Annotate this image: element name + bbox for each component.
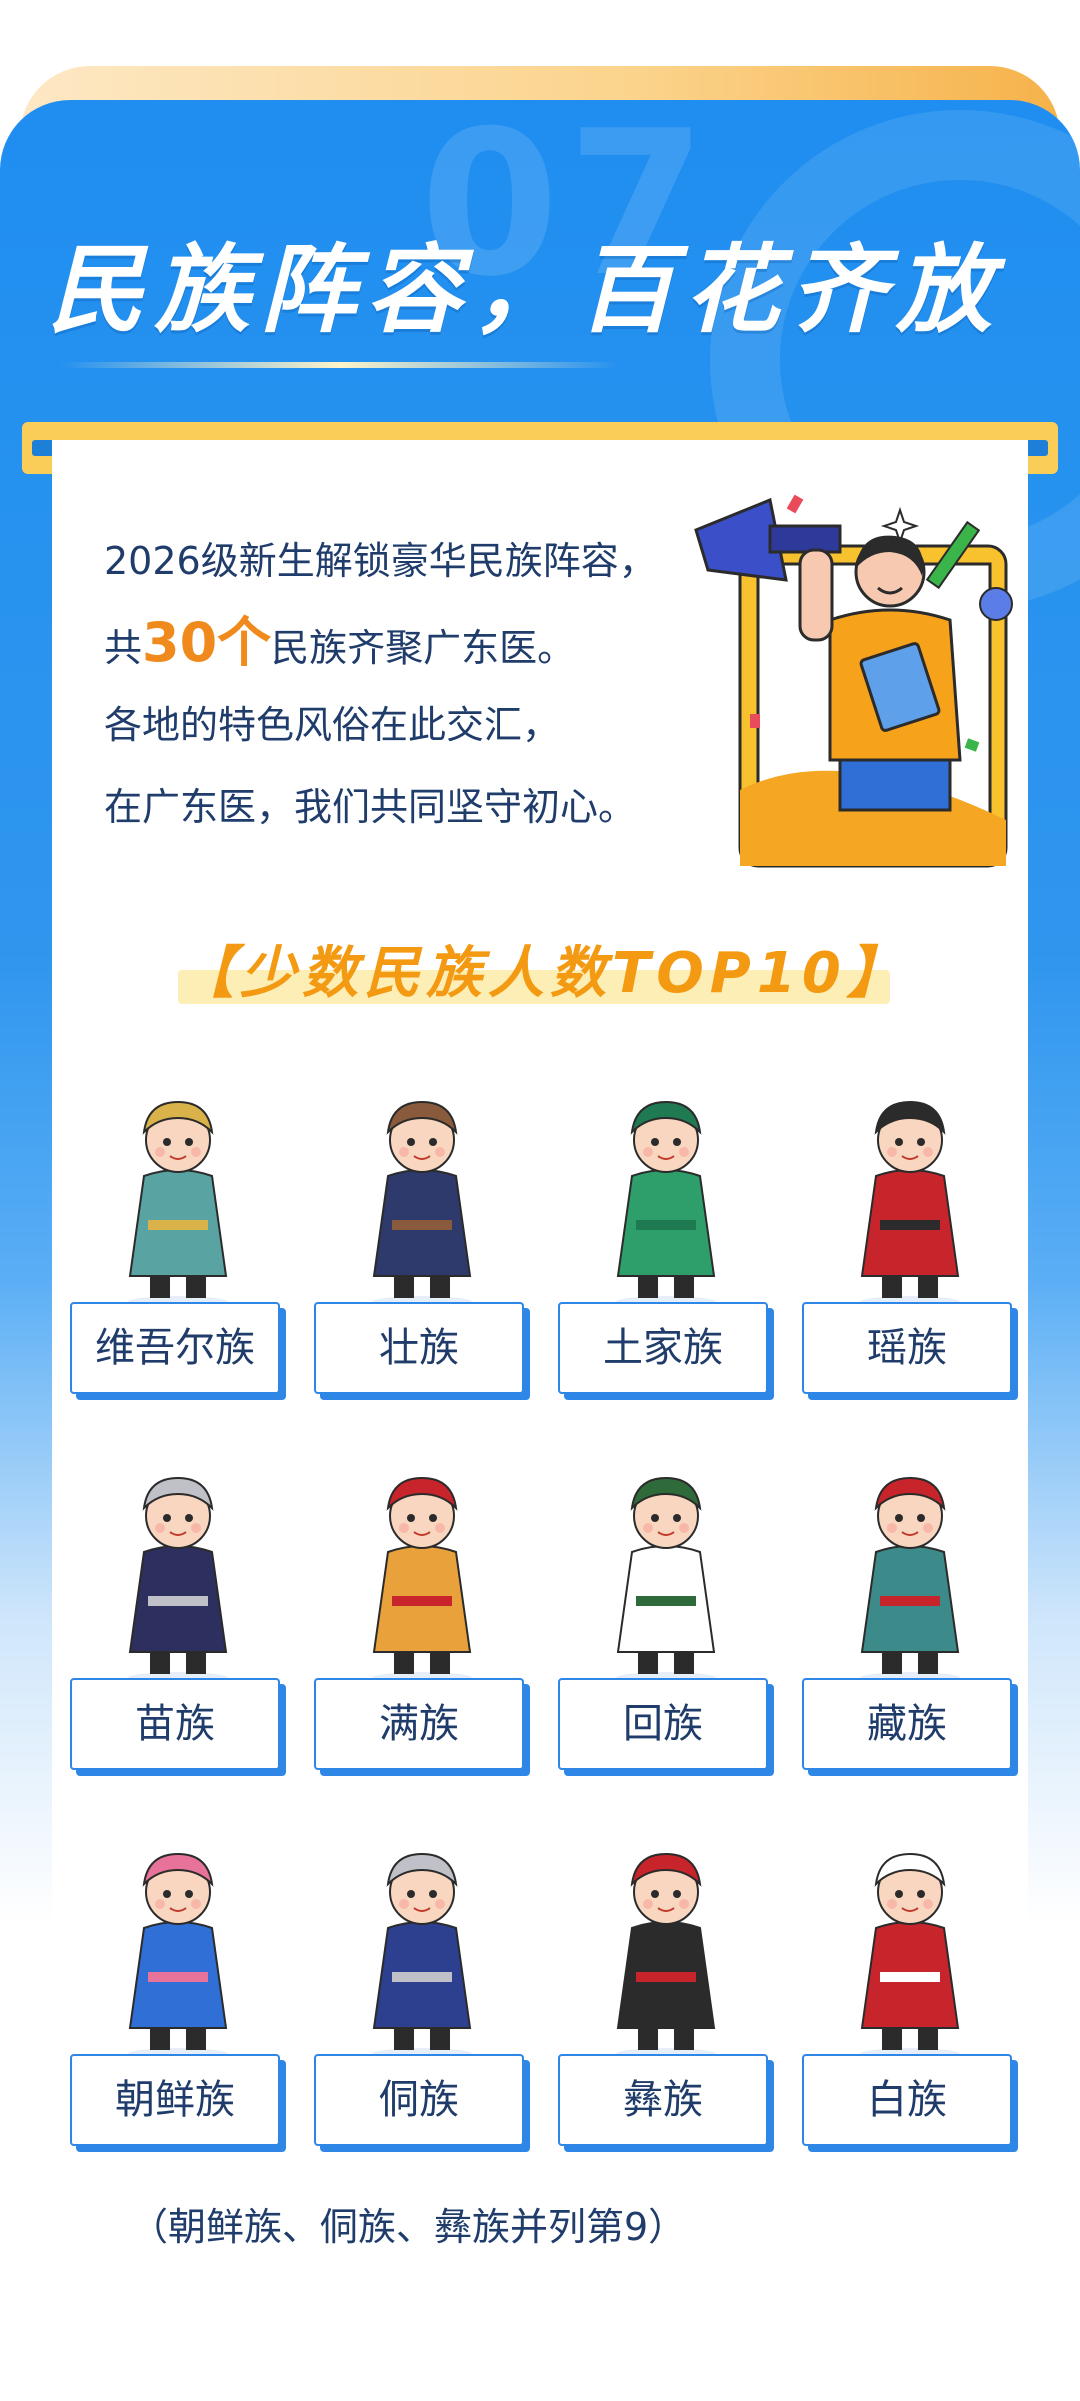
intro-line-3: 各地的特色风俗在此交汇，: [104, 703, 561, 747]
bai-character-icon: [820, 1832, 1000, 2062]
ethnic-group-card: 土家族: [558, 1080, 774, 1410]
ethnic-group-name: 白族: [867, 2077, 947, 2123]
ethnic-group-label-box: 满族: [314, 1678, 524, 1770]
ethnic-group-name: 壮族: [379, 1325, 459, 1371]
ethnic-group-card: 瑶族: [802, 1080, 1018, 1410]
grid-row: 苗族 满族 回族 藏族: [70, 1456, 1012, 1832]
ethnic-group-name: 土家族: [603, 1325, 723, 1371]
ethnic-group-card: 彝族: [558, 1832, 774, 2162]
intro-line-4: 在广东医，我们共同坚守初心。: [104, 785, 637, 829]
ethnic-group-label-box: 侗族: [314, 2054, 524, 2146]
ethnic-group-name: 侗族: [379, 2077, 459, 2123]
intro-line-1: 2026级新生解锁豪华民族阵容，: [104, 539, 657, 583]
ethnic-group-name: 藏族: [867, 1701, 947, 1747]
ethnic-group-label-box: 苗族: [70, 1678, 280, 1770]
ethnic-group-card: 藏族: [802, 1456, 1018, 1786]
ethnic-group-name: 满族: [379, 1701, 459, 1747]
ethnic-count-highlight: 30个: [142, 611, 272, 674]
uyghur-character-icon: [88, 1080, 268, 1310]
yi-character-icon: [576, 1832, 756, 2062]
ethnic-group-name: 回族: [623, 1701, 703, 1747]
yao-character-icon: [820, 1080, 1000, 1310]
tibetan-character-icon: [820, 1456, 1000, 1686]
ethnic-groups-grid: 维吾尔族 壮族 土家族 瑶族苗族 满族 回族 藏族朝鲜族 侗族 彝族 白族: [70, 1080, 1012, 2208]
ethnic-group-card: 壮族: [314, 1080, 530, 1410]
ranking-footnote: （朝鲜族、侗族、彝族并列第9）: [130, 2205, 687, 2249]
ethnic-group-card: 白族: [802, 1832, 1018, 2162]
ethnic-group-card: 苗族: [70, 1456, 286, 1786]
miao-character-icon: [88, 1456, 268, 1686]
ethnic-group-label-box: 藏族: [802, 1678, 1012, 1770]
ethnic-group-card: 回族: [558, 1456, 774, 1786]
ethnic-group-label-box: 回族: [558, 1678, 768, 1770]
dong-character-icon: [332, 1832, 512, 2062]
ethnic-group-card: 满族: [314, 1456, 530, 1786]
korean-character-icon: [88, 1832, 268, 2062]
top10-heading: 【少数民族人数TOP10】: [178, 928, 909, 1010]
top10-title: 【少数民族人数TOP10】: [178, 941, 909, 1006]
manchu-character-icon: [332, 1456, 512, 1686]
ethnic-group-label-box: 瑶族: [802, 1302, 1012, 1394]
poster-page: 07 民族阵容，百花齐放 2026级新生解锁豪华民族阵容， 共30个民族齐聚广东…: [0, 0, 1080, 2401]
ethnic-group-label-box: 彝族: [558, 2054, 768, 2146]
intro-line-2: 共30个民族齐聚广东医。: [104, 611, 576, 674]
grid-row: 朝鲜族 侗族 彝族 白族: [70, 1832, 1012, 2208]
title-underline-glow: [60, 362, 620, 368]
ethnic-group-name: 维吾尔族: [95, 1325, 255, 1371]
ethnic-group-label-box: 壮族: [314, 1302, 524, 1394]
megaphone-student-icon: [690, 490, 1030, 890]
ethnic-group-card: 朝鲜族: [70, 1832, 286, 2162]
ethnic-group-name: 朝鲜族: [115, 2077, 235, 2123]
grid-row: 维吾尔族 壮族 土家族 瑶族: [70, 1080, 1012, 1456]
hui-character-icon: [576, 1456, 756, 1686]
ethnic-group-card: 维吾尔族: [70, 1080, 286, 1410]
ethnic-group-label-box: 土家族: [558, 1302, 768, 1394]
ethnic-group-name: 瑶族: [867, 1325, 947, 1371]
intro-text: 2026级新生解锁豪华民族阵容， 共30个民族齐聚广东医。 各地的特色风俗在此交…: [104, 520, 704, 848]
ethnic-group-card: 侗族: [314, 1832, 530, 2162]
ethnic-group-label-box: 白族: [802, 2054, 1012, 2146]
ethnic-group-name: 苗族: [135, 1701, 215, 1747]
ethnic-group-label-box: 维吾尔族: [70, 1302, 280, 1394]
ethnic-group-label-box: 朝鲜族: [70, 2054, 280, 2146]
tujia-character-icon: [576, 1080, 756, 1310]
ethnic-group-name: 彝族: [623, 2077, 703, 2123]
zhuang-character-icon: [332, 1080, 512, 1310]
page-title: 民族阵容，百花齐放: [48, 234, 1002, 346]
